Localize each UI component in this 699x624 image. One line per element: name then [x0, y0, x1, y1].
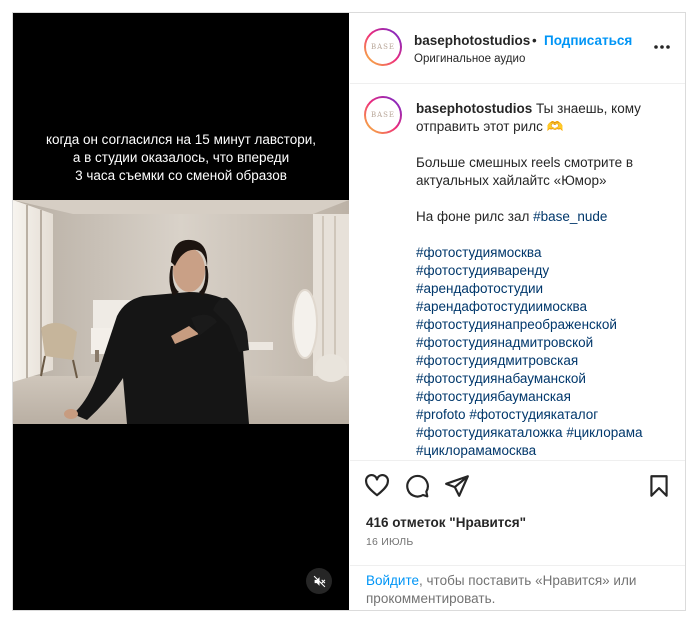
- caption-area: BASE basephotostudios Ты знаешь, кому от…: [350, 84, 685, 460]
- hashtag-link[interactable]: #фотостудиянадмитровской: [416, 334, 678, 352]
- caption-text: Больше смешных reels смотрите в: [416, 155, 634, 170]
- avatar[interactable]: BASE: [364, 96, 402, 134]
- hashtag-link[interactable]: #фотостудияваренду: [416, 262, 678, 280]
- hashtag-link[interactable]: #фотостудиякаталог: [469, 407, 598, 422]
- video-frame-image: [13, 200, 349, 424]
- separator-dot: •: [532, 33, 537, 48]
- caption-text: На фоне рилс зал: [416, 209, 530, 224]
- hashtag-link[interactable]: #фотостудиянабауманской: [416, 370, 678, 388]
- action-bar: [350, 460, 685, 509]
- avatar[interactable]: BASE: [364, 28, 402, 66]
- reel-video[interactable]: когда он согласился на 15 минут лавстори…: [13, 13, 349, 610]
- video-caption-overlay: когда он согласился на 15 минут лавстори…: [13, 131, 349, 185]
- hashtag-link[interactable]: #фотостудиякаталожка: [416, 425, 563, 440]
- share-icon[interactable]: [444, 473, 470, 499]
- avatar-logo-text: BASE: [370, 110, 396, 119]
- overlay-line: 3 часа съемки со сменой образов: [75, 168, 287, 183]
- caption-text: актуальных хайлайтс «Юмор»: [416, 173, 607, 188]
- post-date[interactable]: 16 ИЮЛЬ: [366, 536, 413, 548]
- bookmark-icon[interactable]: [646, 473, 672, 499]
- comment-icon[interactable]: [404, 473, 430, 499]
- header-username[interactable]: basephotostudios: [414, 33, 530, 48]
- heart-icon[interactable]: [364, 473, 390, 499]
- hashtag-link[interactable]: #фотостудиямосква: [416, 244, 678, 262]
- more-options-icon[interactable]: [652, 39, 672, 55]
- post-sidebar: BASE basephotostudios • Подписаться Ориг…: [350, 13, 685, 610]
- hashtag-link[interactable]: #арендафотостудиимосква: [416, 298, 678, 316]
- likes-count[interactable]: 416 отметок "Нравится": [366, 515, 526, 530]
- hashtag-link[interactable]: #циклорамамосква: [416, 442, 678, 460]
- caption-text: Ты знаешь, кому: [536, 101, 641, 116]
- caption-username[interactable]: basephotostudios: [416, 101, 532, 116]
- hashtag-link[interactable]: #profoto: [416, 407, 466, 422]
- caption-text: отправить этот рилс 🫶: [416, 119, 564, 134]
- hashtag-link[interactable]: #фотостудиябауманская: [416, 388, 678, 406]
- speaker-muted-icon: [313, 575, 325, 587]
- hashtag-link[interactable]: #циклорама: [566, 425, 642, 440]
- follow-button[interactable]: Подписаться: [544, 33, 632, 48]
- hashtag-link[interactable]: #фотостудиянапреображенской: [416, 316, 678, 334]
- overlay-line: а в студии оказалось, что впереди: [72, 150, 290, 165]
- hashtag-link[interactable]: #фотостудиядмитровская: [416, 352, 678, 370]
- hashtag-link[interactable]: #арендафотостудии: [416, 280, 678, 298]
- hashtag-link[interactable]: #base_nude: [533, 209, 607, 224]
- audio-label[interactable]: Оригинальное аудио: [414, 53, 525, 65]
- mute-button[interactable]: [306, 568, 332, 594]
- login-prompt: Войдите, чтобы поставить «Нравится» или …: [350, 565, 685, 610]
- reel-post-card: когда он согласился на 15 минут лавстори…: [12, 12, 686, 611]
- avatar-logo-text: BASE: [370, 42, 396, 51]
- post-caption: basephotostudios Ты знаешь, кому отправи…: [416, 100, 678, 460]
- overlay-line: когда он согласился на 15 минут лавстори…: [45, 132, 317, 147]
- post-header: BASE basephotostudios • Подписаться Ориг…: [350, 13, 685, 84]
- login-link[interactable]: Войдите: [366, 573, 419, 588]
